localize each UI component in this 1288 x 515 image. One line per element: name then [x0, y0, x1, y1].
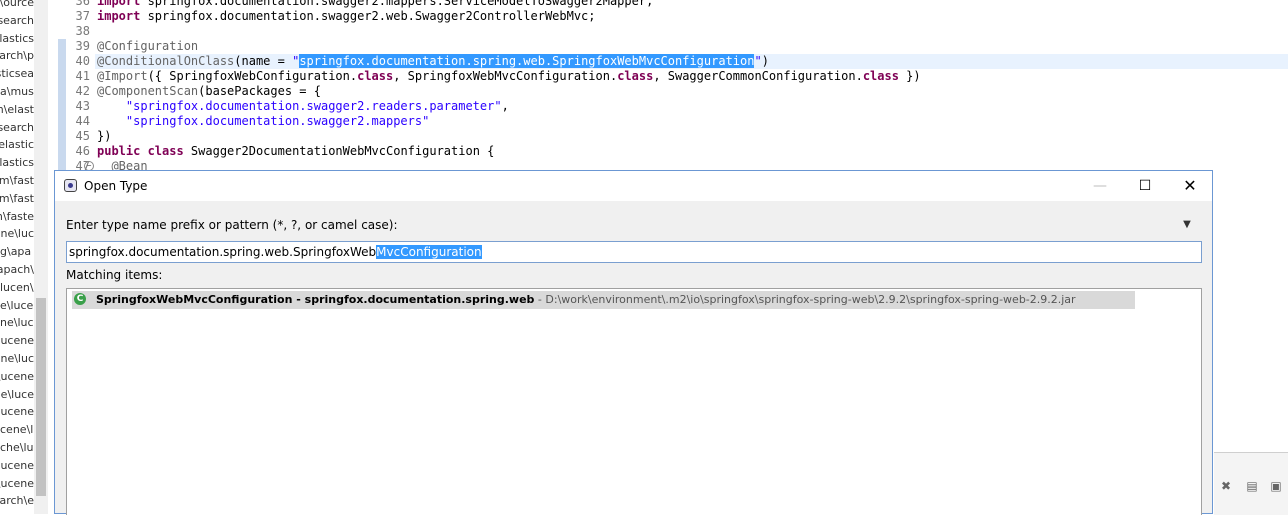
line-number: 41 — [75, 69, 90, 83]
tree-item[interactable]: ucene\ — [0, 368, 34, 386]
tree-item[interactable]: m\fast — [0, 172, 34, 190]
tree-item[interactable]: m\fast — [0, 190, 34, 208]
tree-item[interactable]: ource\ — [0, 0, 34, 12]
tree-item[interactable]: lucene — [0, 332, 34, 350]
code-line: 41 @Import({ SpringfoxWebConfiguration.cl… — [48, 69, 1288, 84]
code-text: "springfox.documentation.swagger2.mapper… — [97, 114, 430, 128]
chevron-down-icon[interactable]: ▼ — [1180, 218, 1194, 232]
tree-item[interactable]: sticsea — [0, 65, 34, 83]
code-line: 43 "springfox.documentation.swagger2.rea… — [48, 99, 1288, 114]
tree-item[interactable]: g\apa — [0, 243, 34, 261]
code-line: 36 import springfox.documentation.swagger… — [48, 0, 1288, 9]
result-text: SpringfoxWebMvcConfiguration - springfox… — [96, 293, 1076, 306]
tree-item[interactable]: e\luce — [0, 297, 34, 315]
tree-item[interactable]: ne\luc — [0, 314, 34, 332]
eclipse-app-icon — [64, 179, 77, 192]
line-number: 43 — [75, 99, 90, 113]
code-text: @Import({ SpringfoxWebConfiguration.clas… — [97, 69, 921, 83]
code-line: 42 @ComponentScan(basePackages = { — [48, 84, 1288, 99]
code-text: "springfox.documentation.swagger2.reader… — [97, 99, 509, 113]
code-line: 45}) — [48, 129, 1288, 144]
code-line: 46 public class Swagger2DocumentationWebM… — [48, 144, 1288, 159]
tree-item[interactable]: search — [0, 119, 34, 137]
tree-item[interactable]: search\ — [0, 12, 34, 30]
tree-item[interactable]: che\lu — [0, 439, 34, 457]
background-view-toolbar: ✖ ▤ ▣ — [1214, 474, 1288, 498]
open-type-dialog: Open Type — ☐ ✕ Enter type name prefix o… — [54, 170, 1213, 515]
code-text: }) — [97, 129, 112, 143]
maximize-button[interactable]: ☐ — [1122, 171, 1168, 201]
matching-items-label: Matching items: — [66, 268, 163, 282]
line-number: 36 — [75, 0, 90, 8]
line-number: 38 — [75, 24, 90, 38]
tree-item[interactable]: ucene\ — [0, 475, 34, 493]
tree-item[interactable]: elastic — [0, 136, 34, 154]
tree-item[interactable]: ne\luce — [0, 386, 34, 404]
tree-item[interactable]: arch\e — [0, 492, 34, 510]
line-number: 39 — [75, 39, 90, 53]
type-pattern-label: Enter type name prefix or pattern (*, ?,… — [66, 218, 398, 232]
code-line: 44 "springfox.documentation.swagger2.map… — [48, 114, 1288, 129]
code-line: 37 import springfox.documentation.swagger… — [48, 9, 1288, 24]
class-icon: C — [74, 293, 86, 305]
type-pattern-input[interactable]: springfox.documentation.spring.web.Sprin… — [66, 241, 1202, 263]
code-text: @ConditionalOnClass(name = "springfox.do… — [97, 54, 769, 68]
list-item[interactable]: C SpringfoxWebMvcConfiguration - springf… — [72, 291, 1135, 309]
tree-item[interactable]: elastics — [0, 30, 34, 48]
minimize-button[interactable]: — — [1077, 171, 1123, 201]
tree-item[interactable]: cne\luc — [0, 225, 34, 243]
code-line: 38 — [48, 24, 1288, 39]
line-number: 45 — [75, 129, 90, 143]
tree-item[interactable]: elastics — [0, 154, 34, 172]
tree-item[interactable]: n\faste — [0, 208, 34, 226]
tree-item[interactable]: ene\luc — [0, 350, 34, 368]
code-text: public class Swagger2DocumentationWebMvc… — [97, 144, 495, 158]
close-button[interactable]: ✕ — [1167, 171, 1213, 201]
search-text-selected: MvcConfiguration — [376, 245, 482, 259]
tree-item[interactable]: a\mus — [0, 83, 34, 101]
code-text: import springfox.documentation.swagger2.… — [97, 9, 596, 23]
line-number: 37 — [75, 9, 90, 23]
code-text: @ComponentScan(basePackages = { — [97, 84, 321, 98]
matching-items-list[interactable]: C SpringfoxWebMvcConfiguration - springf… — [66, 288, 1202, 515]
tree-item[interactable]: lucene — [0, 457, 34, 475]
tree-item[interactable]: arch\p — [0, 47, 34, 65]
line-number: 46 — [75, 144, 90, 158]
code-line: 39 @Configuration — [48, 39, 1288, 54]
line-number: 42 — [75, 84, 90, 98]
code-text: import springfox.documentation.swagger2.… — [97, 0, 654, 8]
remove-icon[interactable]: ✖ — [1218, 478, 1234, 494]
tree-item[interactable]: lucene — [0, 403, 34, 421]
tree-item[interactable]: cene\l — [0, 421, 34, 439]
code-text: @Configuration — [97, 39, 199, 53]
lock-icon[interactable]: ▣ — [1268, 478, 1284, 494]
search-text-unselected: springfox.documentation.spring.web.Sprin… — [69, 245, 377, 259]
code-line: 40 @ConditionalOnClass(name = "springfox.… — [48, 54, 1288, 69]
document-icon[interactable]: ▤ — [1244, 478, 1260, 494]
project-explorer-tree[interactable]: ource\search\elasticsarch\psticseaa\musn… — [0, 0, 34, 514]
tree-item[interactable]: n\elast — [0, 101, 34, 119]
dialog-title: Open Type — [84, 179, 148, 193]
dialog-titlebar[interactable]: Open Type — ☐ ✕ — [55, 171, 1212, 201]
tree-item[interactable]: \apach — [0, 261, 34, 279]
tree-item[interactable]: \lucen — [0, 279, 34, 297]
project-tree-scrollbar-thumb[interactable] — [36, 298, 46, 496]
line-number: 40 — [75, 54, 90, 68]
line-number: 44 — [75, 114, 90, 128]
